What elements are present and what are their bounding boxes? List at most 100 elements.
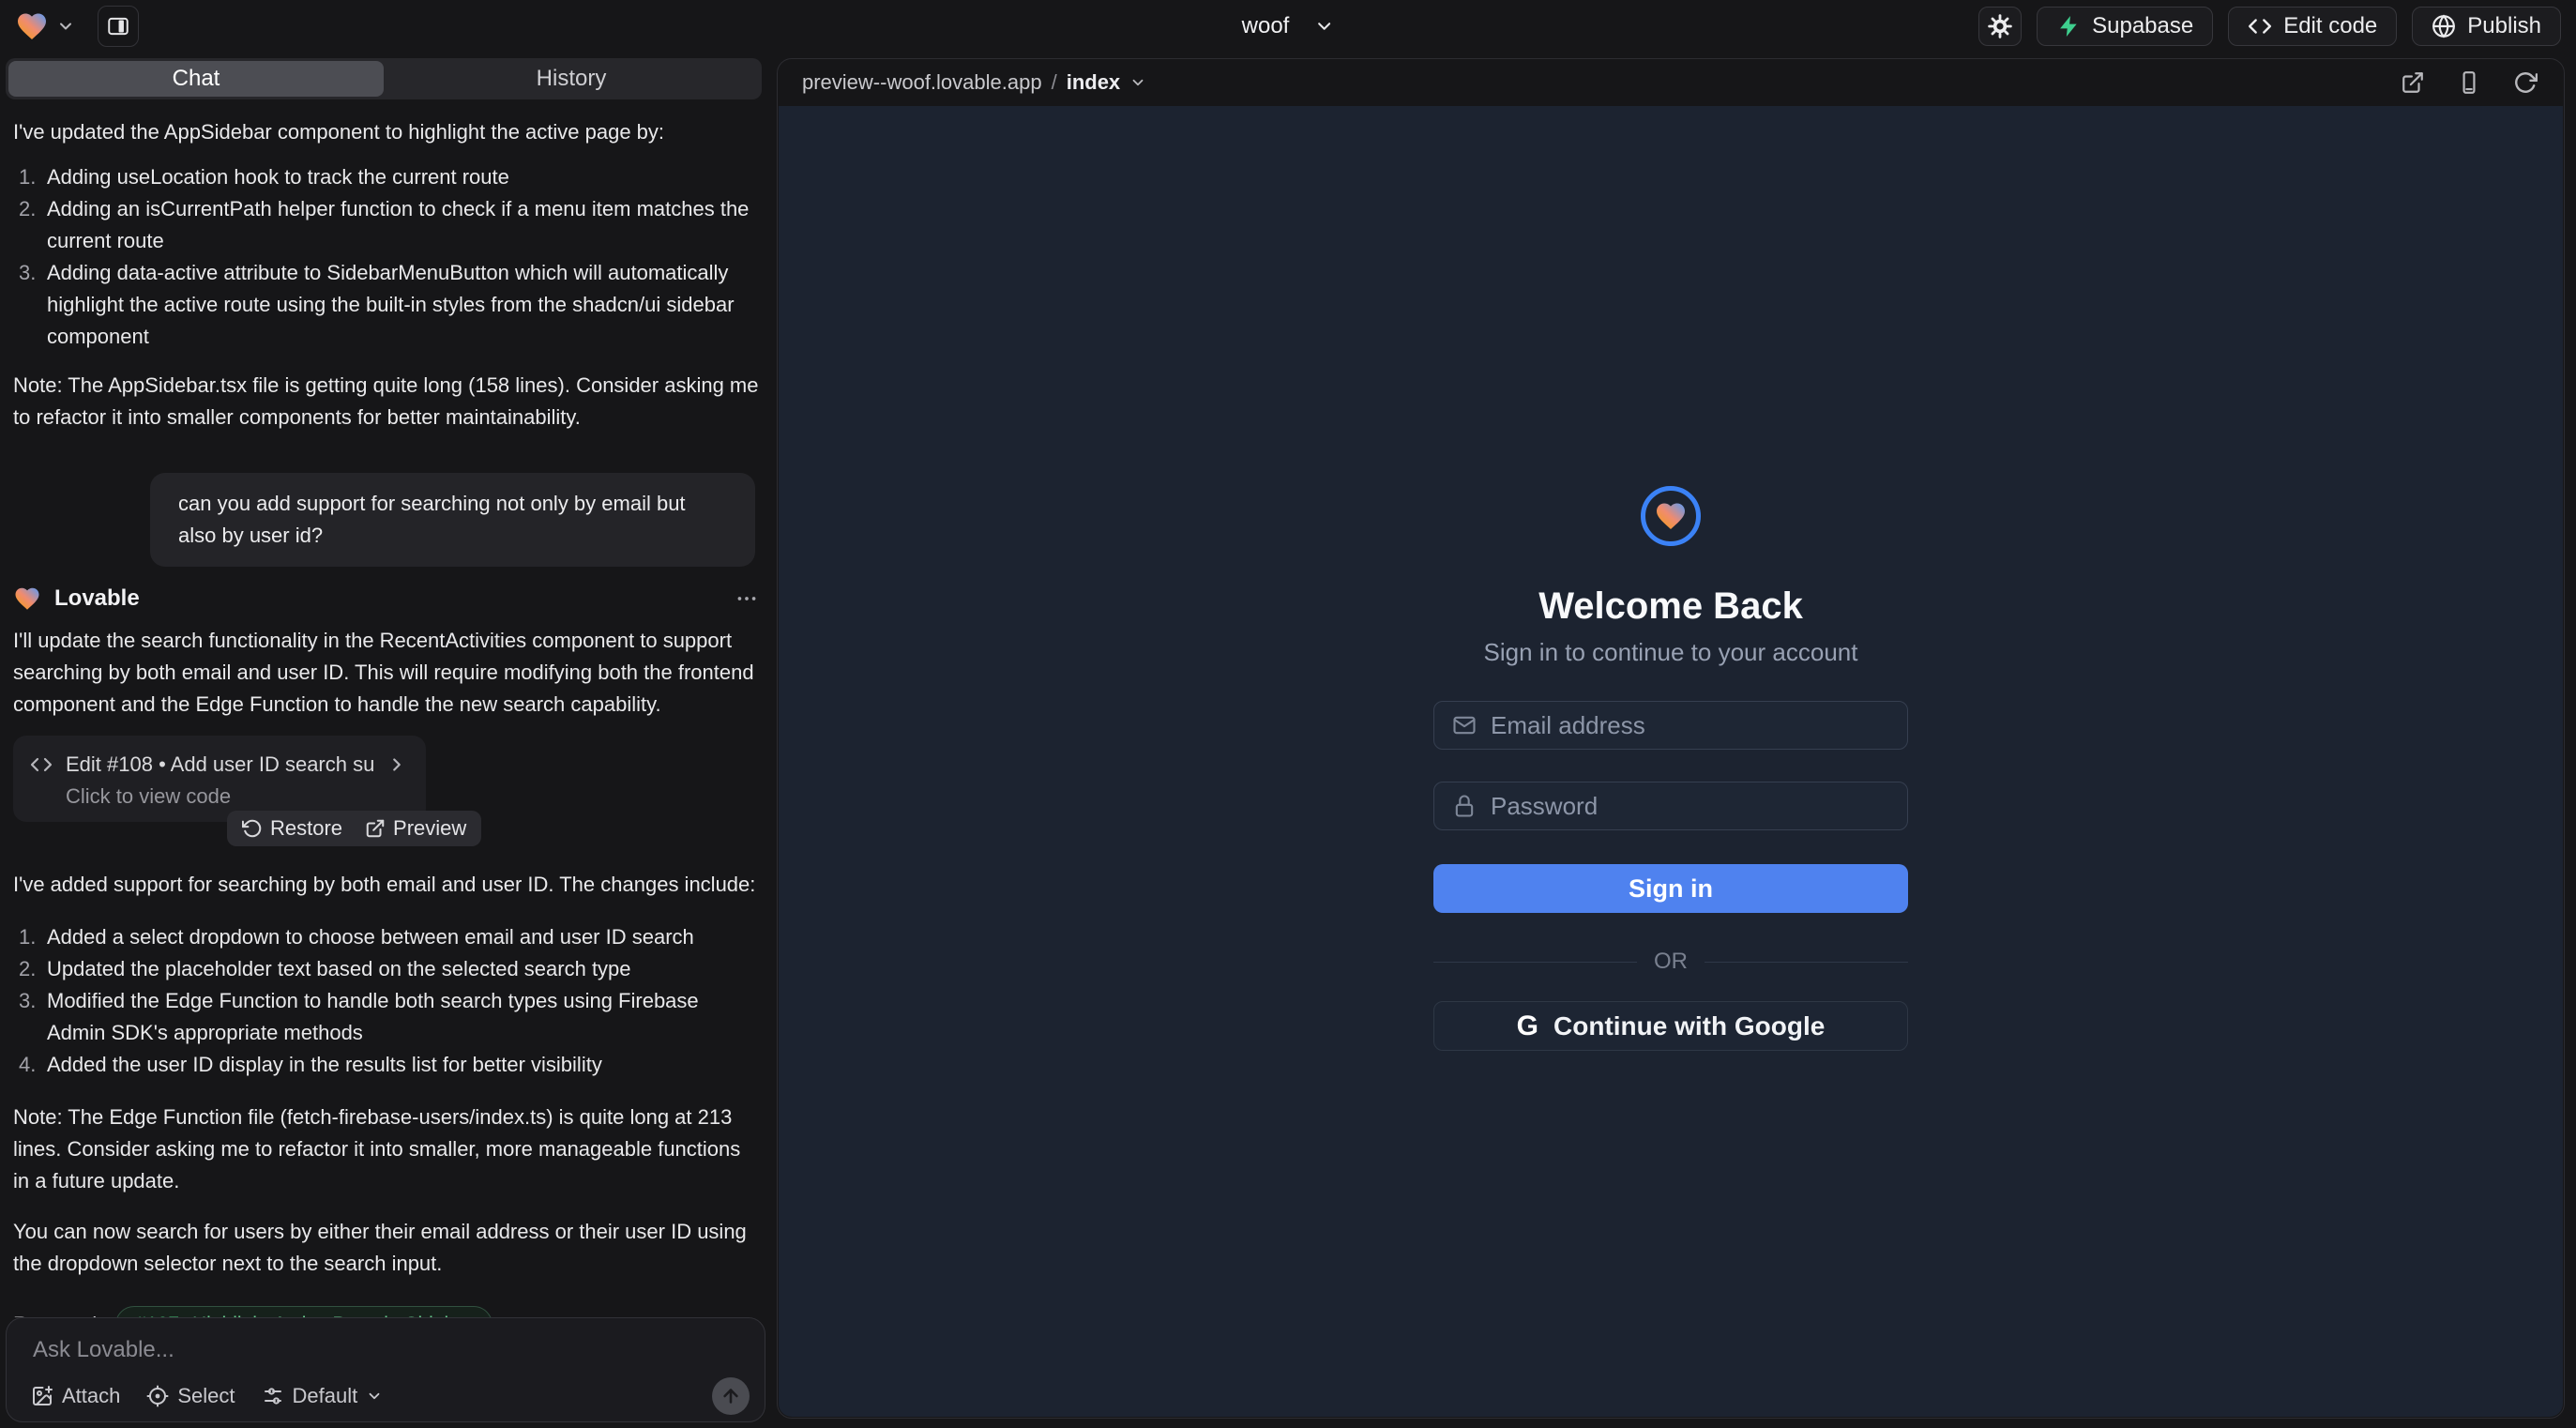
list-number: 1. (13, 921, 47, 953)
divider-line (1433, 962, 1637, 963)
page-subtitle: Sign in to continue to your account (1484, 638, 1858, 667)
assistant-header: Lovable (13, 582, 759, 615)
email-field[interactable] (1491, 711, 1890, 740)
list-item: 2. Updated the placeholder text based on… (13, 953, 759, 985)
mode-selector[interactable]: Default (262, 1384, 384, 1408)
attach-button[interactable]: Attach (31, 1384, 120, 1408)
publish-button[interactable]: Publish (2412, 7, 2561, 46)
chat-composer: Attach Select Default (6, 1317, 765, 1422)
restored-version-badge[interactable]: #107 Highlight Active Page in Sidebar (115, 1306, 492, 1317)
heart-logo-icon (15, 9, 49, 43)
continue-with-google-button[interactable]: G Continue with Google (1433, 1001, 1908, 1051)
select-label: Select (177, 1384, 235, 1408)
send-button[interactable] (712, 1377, 750, 1415)
chevron-down-icon (1313, 16, 1334, 37)
mail-icon (1451, 712, 1477, 738)
google-button-label: Continue with Google (1553, 1011, 1825, 1041)
code-icon (30, 753, 53, 776)
settings-button[interactable] (1978, 7, 2022, 46)
supabase-button[interactable]: Supabase (2037, 7, 2213, 46)
image-plus-icon (31, 1385, 53, 1407)
tab-history[interactable]: History (384, 61, 759, 97)
list-number: 1. (13, 161, 47, 193)
assistant-note: Note: The AppSidebar.tsx file is getting… (13, 370, 759, 433)
mobile-view-button[interactable] (2455, 68, 2483, 97)
preview-address[interactable]: preview--woof.lovable.app / index (802, 70, 1146, 95)
assistant-message-intro: I've updated the AppSidebar component to… (13, 116, 759, 148)
project-switcher[interactable]: woof (1242, 0, 1335, 53)
refresh-button[interactable] (2511, 68, 2539, 97)
preview-label: Preview (393, 816, 466, 841)
publish-label: Publish (2467, 13, 2541, 39)
list-number: 3. (13, 985, 47, 1049)
smartphone-icon (2457, 70, 2481, 95)
sidebar-toggle-button[interactable] (98, 6, 139, 47)
preview-button[interactable]: Preview (365, 816, 466, 841)
top-bar: woof Supabase (0, 0, 2576, 53)
supabase-label: Supabase (2092, 13, 2193, 39)
restore-button[interactable]: Restore (242, 816, 342, 841)
assistant-message-outro: You can now search for users by either t… (13, 1216, 759, 1280)
list-text: Updated the placeholder text based on th… (47, 953, 759, 985)
globe-icon (2432, 14, 2456, 38)
divider-label: OR (1654, 949, 1688, 975)
list-item: 4. Added the user ID display in the resu… (13, 1049, 759, 1081)
sliders-icon (262, 1385, 284, 1407)
chevron-down-icon (366, 1388, 383, 1405)
assistant-note: Note: The Edge Function file (fetch-fire… (13, 1101, 759, 1197)
list-text: Adding useLocation hook to track the cur… (47, 161, 759, 193)
user-message-bubble: can you add support for searching not on… (150, 473, 755, 567)
google-g-icon: G (1517, 1010, 1538, 1042)
password-field[interactable] (1491, 792, 1890, 821)
supabase-icon (2056, 14, 2081, 38)
path-separator: / (1052, 70, 1057, 95)
chevron-right-icon (386, 754, 407, 775)
assistant-message-intro: I'll update the search functionality in … (13, 625, 759, 721)
lovable-logo-menu[interactable] (15, 9, 75, 43)
tab-chat[interactable]: Chat (8, 61, 384, 97)
sidebar-toggle-icon (106, 14, 130, 38)
gear-icon (1988, 14, 2012, 38)
list-text: Added a select dropdown to choose betwee… (47, 921, 759, 953)
email-field-wrapper (1433, 701, 1908, 750)
list-text: Added the user ID display in the results… (47, 1049, 759, 1081)
list-number: 3. (13, 257, 47, 353)
code-icon (2248, 14, 2272, 38)
select-button[interactable]: Select (146, 1384, 235, 1408)
sign-in-button[interactable]: Sign in (1433, 864, 1908, 913)
chat-message-list[interactable]: I've updated the AppSidebar component to… (0, 98, 774, 1317)
chat-panel: Chat History I've updated the AppSidebar… (0, 53, 774, 1428)
edit-code-label: Edit code (2283, 13, 2377, 39)
external-link-icon (365, 818, 386, 839)
preview-domain: preview--woof.lovable.app (802, 70, 1042, 95)
list-number: 2. (13, 193, 47, 257)
project-name: woof (1242, 13, 1290, 39)
list-text: Adding an isCurrentPath helper function … (47, 193, 759, 257)
chat-input[interactable] (22, 1331, 750, 1369)
list-number: 2. (13, 953, 47, 985)
page-title: Welcome Back (1538, 584, 1803, 629)
app-logo (1641, 486, 1701, 546)
list-item: 1. Added a select dropdown to choose bet… (13, 921, 759, 953)
preview-toolbar: preview--woof.lovable.app / index (778, 59, 2564, 106)
restored-row: Restored #107 Highlight Active Page in S… (13, 1306, 759, 1317)
password-field-wrapper (1433, 782, 1908, 830)
open-in-new-tab-button[interactable] (2399, 68, 2427, 97)
restore-label: Restore (270, 816, 342, 841)
list-text: Modified the Edge Function to handle bot… (47, 985, 759, 1049)
list-number: 4. (13, 1049, 47, 1081)
login-form: Welcome Back Sign in to continue to your… (1433, 106, 1908, 1051)
assistant-name: Lovable (54, 585, 140, 612)
more-horizontal-icon[interactable] (735, 586, 759, 611)
edit-card-title: Edit #108 • Add user ID search supp... (66, 752, 373, 777)
assistant-message-body: I've added support for searching by both… (13, 869, 759, 901)
external-link-icon (2401, 70, 2425, 95)
preview-viewport: Welcome Back Sign in to continue to your… (779, 106, 2563, 1417)
edit-version-card[interactable]: Edit #108 • Add user ID search supp... C… (13, 736, 426, 822)
chevron-down-icon (1129, 74, 1146, 91)
divider-line (1705, 962, 1908, 963)
chat-history-tabs: Chat History (6, 58, 762, 99)
list-item: 3. Adding data-active attribute to Sideb… (13, 257, 759, 353)
edit-code-button[interactable]: Edit code (2228, 7, 2397, 46)
assistant-list: 1. Adding useLocation hook to track the … (13, 161, 759, 353)
